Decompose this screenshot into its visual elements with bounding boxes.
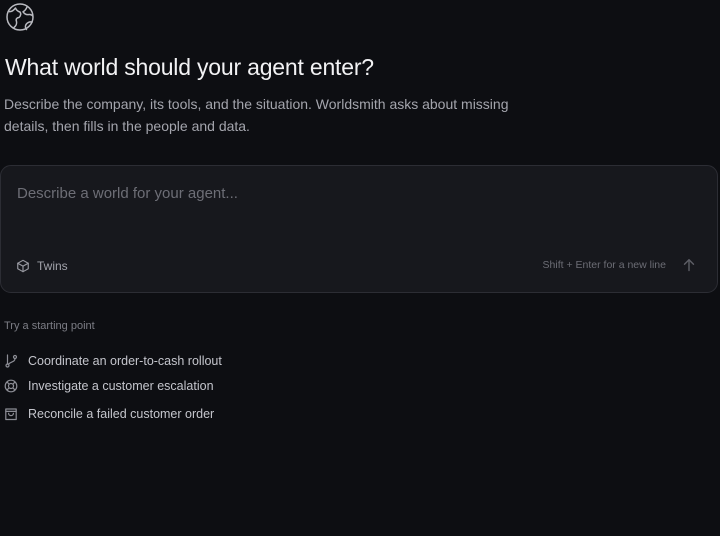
twins-label: Twins — [37, 259, 68, 273]
starter-list: Coordinate an order-to-cash rollout Inve… — [4, 350, 222, 428]
shopping-bag-icon — [4, 407, 18, 421]
arrow-up-icon — [681, 257, 697, 273]
world-description-input[interactable] — [17, 184, 697, 244]
git-branch-icon — [4, 354, 18, 368]
cube-icon — [16, 259, 30, 273]
twins-button[interactable]: Twins — [16, 257, 68, 275]
starter-label: Coordinate an order-to-cash rollout — [28, 354, 222, 368]
page-subtitle: Describe the company, its tools, and the… — [4, 96, 509, 134]
life-buoy-icon — [4, 379, 18, 393]
starters-heading: Try a starting point — [4, 320, 95, 332]
globe-icon — [5, 2, 35, 32]
send-button[interactable] — [681, 257, 697, 273]
page-title: What world should your agent enter? — [5, 54, 374, 80]
new-line-hint: Shift + Enter for a new line — [542, 259, 666, 271]
starter-label: Reconcile a failed customer order — [28, 407, 215, 421]
starter-label: Investigate a customer escalation — [28, 379, 214, 393]
prompt-composer: Twins Shift + Enter for a new line — [0, 165, 718, 293]
worldsmith-start-page: What world should your agent enter? Desc… — [0, 0, 720, 536]
starter-item-failed-order[interactable]: Reconcile a failed customer order — [4, 390, 222, 428]
